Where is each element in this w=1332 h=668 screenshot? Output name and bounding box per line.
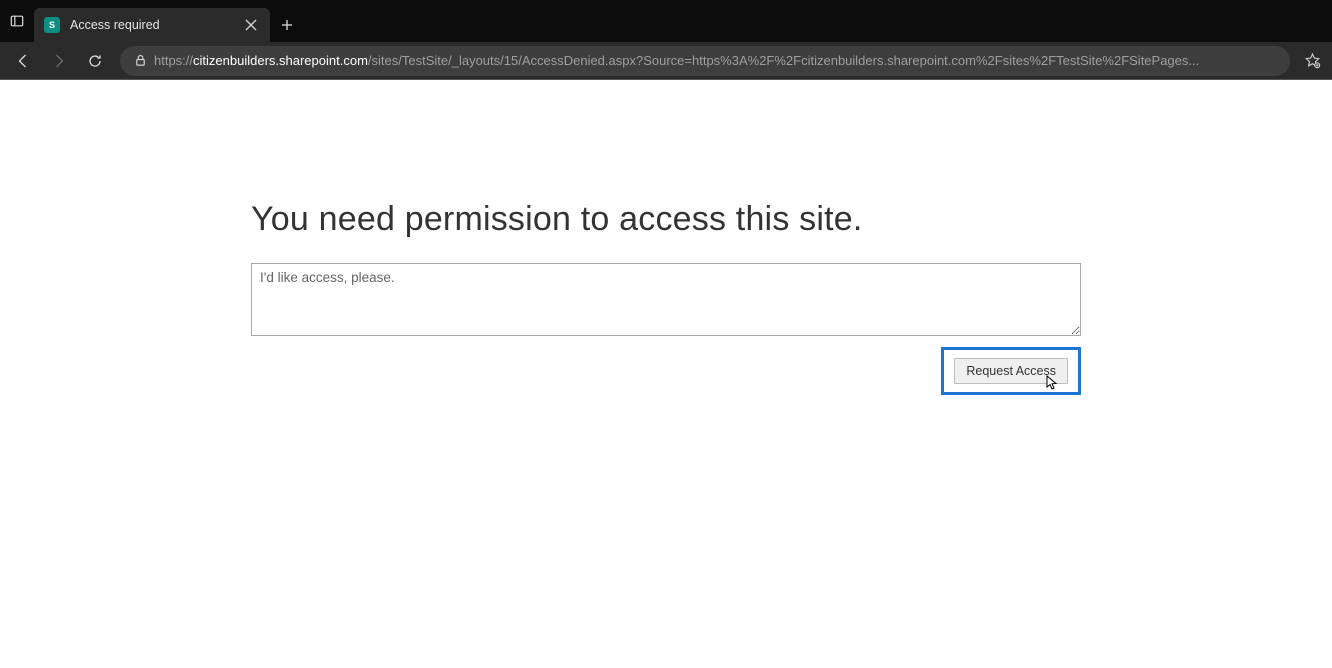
browser-toolbar: https://citizenbuilders.sharepoint.com/s… (0, 42, 1332, 80)
forward-button[interactable] (42, 45, 76, 77)
lock-icon (130, 54, 150, 67)
url-text: https://citizenbuilders.sharepoint.com/s… (154, 53, 1280, 68)
address-bar[interactable]: https://citizenbuilders.sharepoint.com/s… (120, 46, 1290, 76)
new-tab-button[interactable] (270, 8, 304, 42)
browser-tab[interactable]: S Access required (34, 8, 270, 42)
browser-titlebar: S Access required (0, 0, 1332, 42)
actions-row: Request Access (251, 347, 1081, 395)
annotation-highlight: Request Access (941, 347, 1081, 395)
access-message-input[interactable] (251, 263, 1081, 336)
page-heading: You need permission to access this site. (251, 200, 1081, 239)
tab-title: Access required (70, 18, 234, 32)
favorite-button[interactable] (1298, 52, 1326, 69)
sharepoint-favicon: S (44, 17, 60, 33)
request-access-button[interactable]: Request Access (954, 358, 1068, 384)
page-content: You need permission to access this site.… (0, 80, 1332, 395)
back-button[interactable] (6, 45, 40, 77)
refresh-button[interactable] (78, 45, 112, 77)
close-tab-icon[interactable] (242, 16, 260, 34)
tab-actions-icon[interactable] (0, 14, 34, 28)
